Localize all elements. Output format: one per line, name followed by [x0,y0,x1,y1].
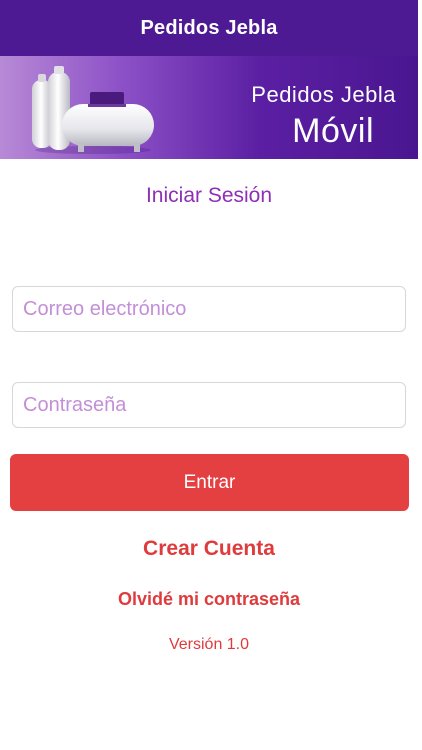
banner-subtitle: Móvil [292,112,374,150]
banner-app-name: Pedidos Jebla [251,82,396,107]
create-account-link[interactable]: Crear Cuenta [0,537,418,561]
login-title: Iniciar Sesión [145,184,273,207]
forgot-password-link[interactable]: Olvidé mi contraseña [0,589,418,610]
version-label: Versión 1.0 [168,636,250,653]
password-field[interactable] [12,382,406,428]
gas-tanks-icon [32,66,154,154]
login-button[interactable]: Entrar [10,454,409,511]
navigation-bar: Pedidos Jebla [0,0,418,56]
header-banner: Pedidos Jebla Móvil [0,56,418,159]
email-field[interactable] [12,286,406,332]
navbar-title: Pedidos Jebla [140,16,278,39]
